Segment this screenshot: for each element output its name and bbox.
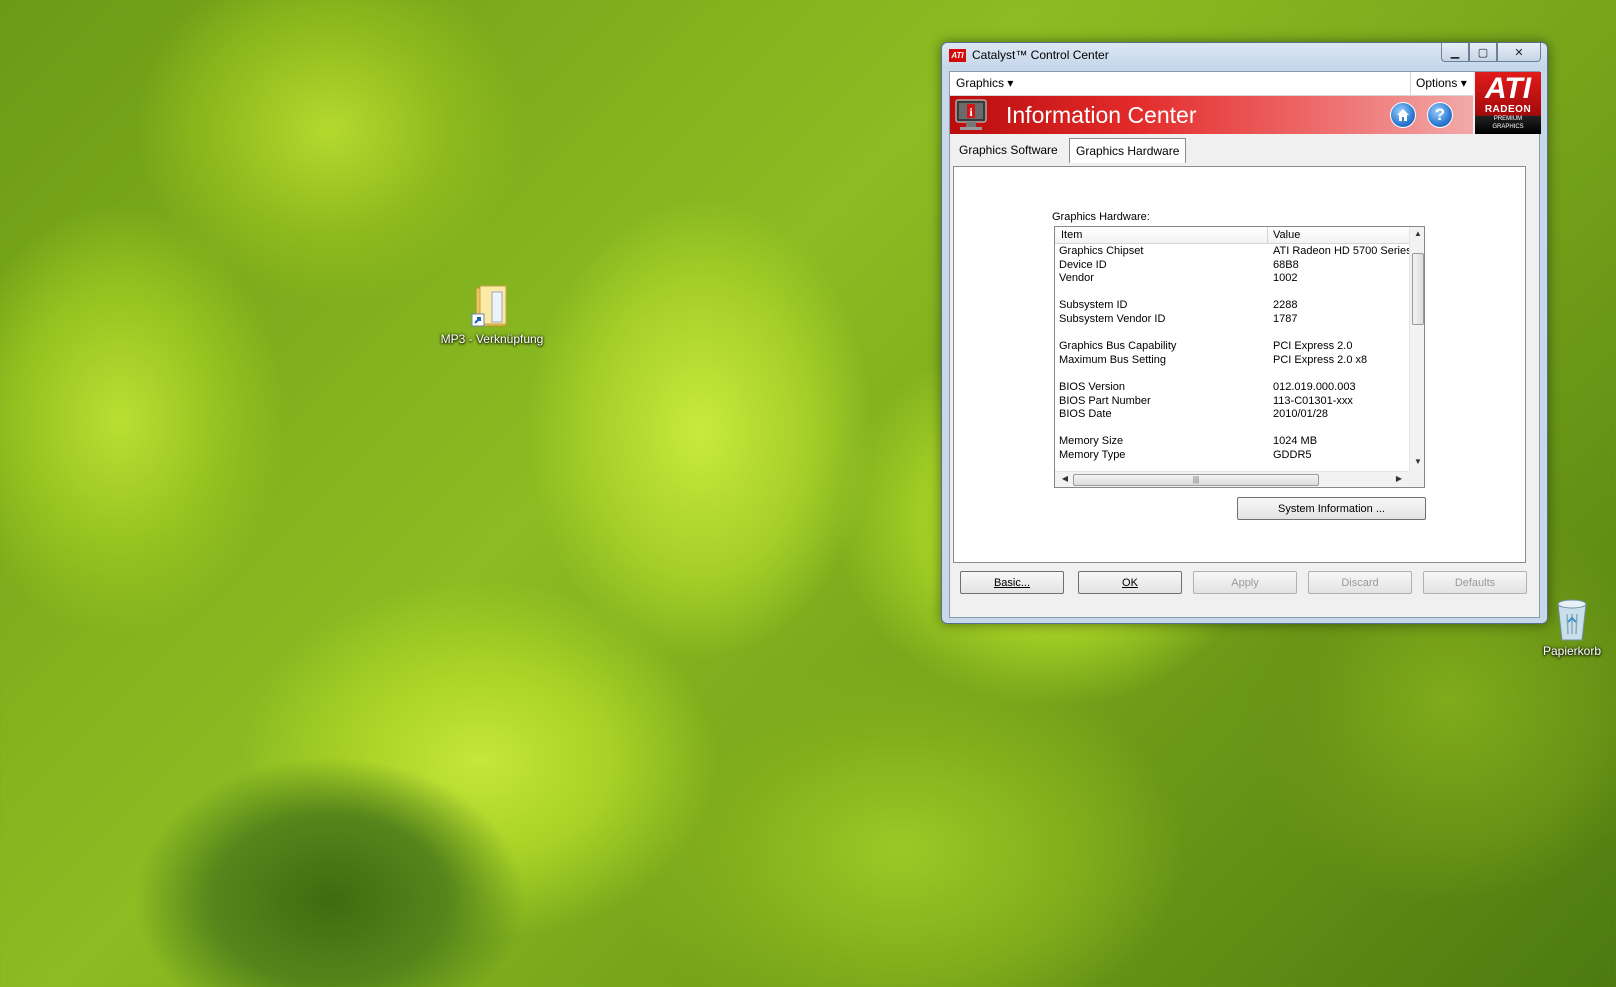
catalyst-control-center-window: ATI Catalyst™ Control Center ▁ ▢ ✕ Graph…	[941, 42, 1548, 624]
recycle-bin-label: Papierkorb	[1542, 644, 1602, 658]
home-icon	[1397, 109, 1409, 121]
basic-button[interactable]: Basic...	[960, 571, 1064, 594]
defaults-button[interactable]: Defaults	[1423, 571, 1527, 594]
list-item[interactable]: Maximum Bus Setting PCI Express 2.0 x8	[1055, 354, 1409, 368]
help-icon: ?	[1434, 105, 1446, 124]
list-item[interactable]	[1055, 286, 1409, 300]
information-center-icon: i	[955, 99, 987, 130]
item-name: Graphics Chipset	[1059, 245, 1144, 257]
section-label: Graphics Hardware:	[1052, 211, 1150, 223]
graphics-hardware-panel: Graphics Hardware: Item Value Graphics C…	[953, 166, 1526, 563]
item-name: BIOS Version	[1059, 380, 1126, 393]
ati-logo-text: ATI	[1484, 72, 1532, 105]
ok-button[interactable]: OK	[1078, 571, 1182, 594]
item-value: ATI Radeon HD 5700 Series	[1273, 245, 1409, 257]
item-value: 113-C01301-xxx	[1273, 394, 1353, 407]
column-value[interactable]: Value	[1273, 229, 1300, 241]
window-title: Catalyst™ Control Center	[972, 48, 1109, 62]
vertical-scrollbar[interactable]: ▲ ▼	[1409, 227, 1424, 471]
premium-logo-text: PREMIUM	[1493, 116, 1523, 122]
help-button[interactable]: ?	[1427, 102, 1453, 128]
column-item[interactable]: Item	[1061, 229, 1082, 241]
list-item[interactable]: BIOS Version 012.019.000.003	[1055, 381, 1409, 395]
ok-button-label: OK	[1122, 576, 1138, 589]
item-value: 2288	[1273, 299, 1298, 312]
apply-button[interactable]: Apply	[1193, 571, 1297, 594]
discard-button[interactable]: Discard	[1308, 571, 1412, 594]
list-item[interactable]	[1055, 367, 1409, 381]
recycle-bin-icon	[1557, 599, 1587, 641]
list-item[interactable]: Device ID 68B8	[1055, 259, 1409, 273]
hardware-list[interactable]: Item Value Graphics Chipset ATI Radeon HD…	[1054, 226, 1425, 488]
close-button[interactable]: ✕	[1497, 43, 1541, 62]
basic-button-label: Basic...	[993, 576, 1031, 589]
scroll-left-icon[interactable]: ◀	[1057, 474, 1073, 483]
list-item[interactable]: Vendor 1002	[1055, 272, 1409, 286]
horizontal-scroll-thumb[interactable]: |||	[1073, 474, 1319, 486]
list-item[interactable]: BIOS Part Number 113-C01301-xxx	[1055, 395, 1409, 409]
list-header: Item Value	[1055, 227, 1409, 244]
ati-radeon-logo: ATI RADEON PREMIUM GRAPHICS	[1475, 72, 1541, 134]
page-header: i Information Center ?	[950, 96, 1473, 134]
menu-bar: Graphics ▾ Options ▾	[950, 72, 1473, 96]
list-item[interactable]: Graphics Chipset ATI Radeon HD 5700 Serie…	[1055, 245, 1409, 259]
menu-graphics[interactable]: Graphics ▾	[956, 76, 1013, 90]
page-title: Information Center	[1006, 102, 1197, 128]
scrollbar-corner	[1409, 471, 1424, 487]
item-name: Subsystem Vendor ID	[1059, 312, 1166, 325]
list-item[interactable]: Memory Size 1024 MB	[1055, 435, 1409, 449]
item-value: 1787	[1273, 312, 1298, 325]
item-value: GDDR5	[1273, 448, 1312, 461]
shortcut-mp3[interactable]: MP3 - Verknüpfung	[436, 284, 548, 346]
shortcut-label: MP3 - Verknüpfung	[440, 332, 544, 346]
item-value: 68B8	[1273, 258, 1299, 271]
item-name: Memory Type	[1059, 448, 1126, 461]
graphics-logo-text: GRAPHICS	[1492, 124, 1524, 130]
maximize-button[interactable]: ▢	[1469, 43, 1497, 62]
list-item[interactable]: Subsystem ID 2288	[1055, 299, 1409, 313]
tab-graphics-software[interactable]: Graphics Software	[953, 138, 1064, 163]
tab-strip: Graphics Software Graphics Hardware	[950, 138, 1541, 164]
item-name: Graphics Bus Capability	[1059, 340, 1177, 353]
item-name: Device ID	[1059, 258, 1107, 271]
item-value: 2010/01/28	[1273, 408, 1329, 421]
item-name: Memory Size	[1059, 435, 1124, 448]
tab-graphics-hardware[interactable]: Graphics Hardware	[1069, 138, 1187, 163]
horizontal-scrollbar[interactable]: ◀ ||| ▶	[1055, 471, 1409, 487]
list-item[interactable]: BIOS Date 2010/01/28	[1055, 408, 1409, 422]
item-value: PCI Express 2.0 x8	[1273, 353, 1368, 366]
menu-options[interactable]: Options ▾	[1416, 76, 1467, 90]
item-name: Subsystem ID	[1059, 299, 1128, 312]
item-value: PCI Express 2.0	[1273, 340, 1353, 353]
item-value: 1024 MB	[1273, 435, 1318, 448]
scroll-right-icon[interactable]: ▶	[1391, 474, 1407, 483]
radeon-logo-text: RADEON	[1484, 104, 1532, 115]
list-body: Graphics Chipset ATI Radeon HD 5700 Serie…	[1055, 245, 1409, 471]
system-information-button[interactable]: System Information ...	[1237, 497, 1426, 520]
minimize-button[interactable]: ▁	[1441, 43, 1469, 62]
scroll-down-icon[interactable]: ▼	[1410, 457, 1424, 466]
folder-shortcut-icon	[471, 285, 507, 327]
vertical-scroll-thumb[interactable]	[1412, 253, 1424, 325]
menu-separator	[1410, 72, 1411, 96]
item-name: BIOS Part Number	[1059, 394, 1151, 407]
item-value: 1002	[1273, 272, 1298, 285]
column-separator[interactable]	[1267, 227, 1268, 244]
ati-title-icon: ATI	[949, 49, 966, 62]
list-item[interactable]: Subsystem Vendor ID 1787	[1055, 313, 1409, 327]
item-value: 012.019.000.003	[1273, 380, 1356, 393]
title-bar[interactable]: ATI Catalyst™ Control Center ▁ ▢ ✕	[942, 43, 1547, 69]
item-name: Vendor	[1059, 272, 1094, 285]
caption-buttons: ▁ ▢ ✕	[1441, 43, 1541, 62]
list-item[interactable]: Graphics Bus Capability PCI Express 2.0	[1055, 340, 1409, 354]
item-name: Maximum Bus Setting	[1059, 353, 1166, 366]
list-item[interactable]	[1055, 422, 1409, 436]
client-area: Graphics ▾ Options ▾ i Information Cente…	[949, 71, 1541, 618]
home-button[interactable]	[1390, 102, 1416, 128]
item-name: BIOS Date	[1059, 408, 1112, 421]
list-item[interactable]	[1055, 327, 1409, 341]
scroll-up-icon[interactable]: ▲	[1410, 229, 1424, 238]
list-item[interactable]: Memory Type GDDR5	[1055, 449, 1409, 463]
